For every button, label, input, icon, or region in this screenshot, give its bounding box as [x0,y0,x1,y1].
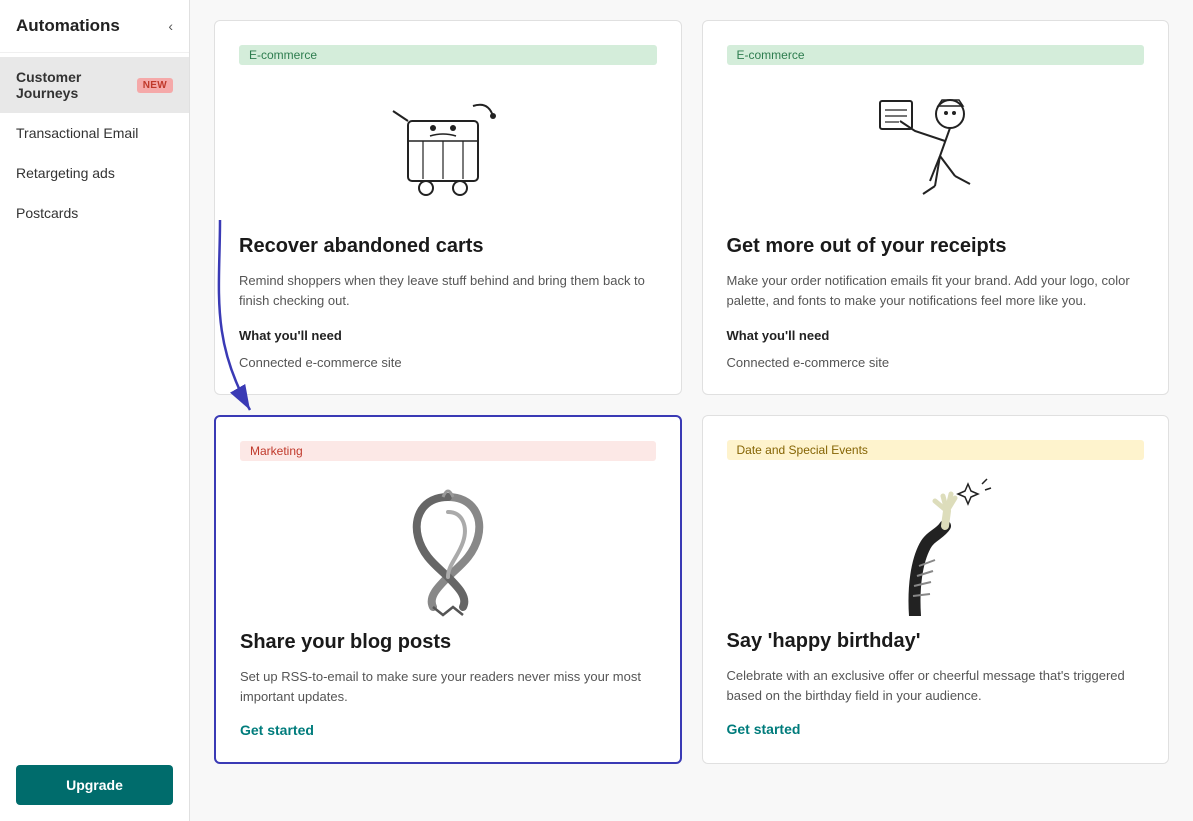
upgrade-button[interactable]: Upgrade [16,765,173,805]
card-title: Get more out of your receipts [727,233,1145,259]
sidebar-header: Automations ‹ [0,0,189,53]
card-description: Set up RSS-to-email to make sure your re… [240,667,656,706]
card-badge: Marketing [240,441,656,461]
sidebar-item-customer-journeys[interactable]: Customer Journeys New [0,57,189,113]
card-badge: Date and Special Events [727,440,1145,460]
sidebar-item-retargeting-ads[interactable]: Retargeting ads [0,153,189,193]
sidebar-item-label: Customer Journeys [16,69,131,101]
card-description: Make your order notification emails fit … [727,271,1145,310]
cards-grid: E-commerce Recover abandoned carts Remind… [214,20,1169,764]
sidebar-footer: Upgrade [0,749,189,821]
card-title: Recover abandoned carts [239,233,657,259]
sidebar: Automations ‹ Customer Journeys New Transa… [0,0,190,821]
card-title: Say 'happy birthday' [727,628,1145,654]
sidebar-title: Automations [16,16,120,36]
collapse-icon[interactable]: ‹ [168,18,173,34]
card-illustration [727,81,1145,221]
card-requirement-label: What you'll need [239,328,657,343]
card-badge: E-commerce [727,45,1145,65]
sidebar-item-postcards[interactable]: Postcards [0,193,189,233]
sidebar-item-label: Transactional Email [16,125,138,141]
card-requirement-value: Connected e-commerce site [727,355,1145,370]
card-blog-posts: Marketing Share your blog posts Set up RS… [214,415,682,764]
card-requirement-value: Connected e-commerce site [239,355,657,370]
card-description: Remind shoppers when they leave stuff be… [239,271,657,310]
sidebar-nav: Customer Journeys New Transactional Email R… [0,53,189,749]
card-recover-carts: E-commerce Recover abandoned carts Remind… [214,20,682,395]
sidebar-item-transactional-email[interactable]: Transactional Email [0,113,189,153]
card-title: Share your blog posts [240,629,656,655]
card-illustration [240,477,656,617]
card-requirement-label: What you'll need [727,328,1145,343]
card-illustration [239,81,657,221]
new-badge: New [137,78,173,93]
main-content: E-commerce Recover abandoned carts Remind… [190,0,1193,821]
card-description: Celebrate with an exclusive offer or che… [727,666,1145,705]
card-cta-link[interactable]: Get started [240,722,656,738]
sidebar-item-label: Retargeting ads [16,165,115,181]
card-receipts: E-commerce Get more out of your receipts… [702,20,1170,395]
card-birthday: Date and Special Events Say 'happy birth… [702,415,1170,764]
sidebar-item-label: Postcards [16,205,78,221]
card-badge: E-commerce [239,45,657,65]
card-cta-link[interactable]: Get started [727,721,1145,737]
card-illustration [727,476,1145,616]
